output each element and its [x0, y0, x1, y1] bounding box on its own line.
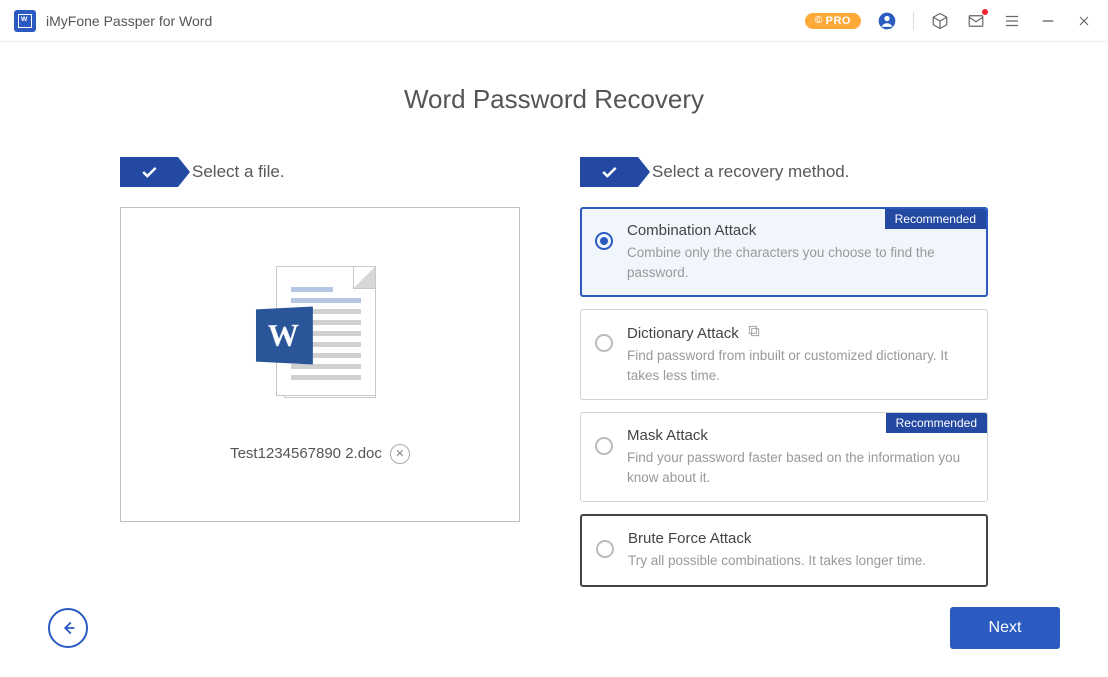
close-icon[interactable]	[1074, 11, 1094, 31]
method-desc: Find your password faster based on the i…	[627, 448, 969, 487]
radio-icon	[595, 334, 613, 352]
step-method-label: Select a recovery method.	[652, 162, 849, 182]
method-dictionary-attack[interactable]: Dictionary Attack Find password from inb…	[580, 309, 988, 400]
back-button[interactable]	[48, 608, 88, 648]
method-title: Dictionary Attack	[627, 325, 739, 342]
account-icon[interactable]	[877, 11, 897, 31]
left-column: Select a file. W Test1234567890 2.doc ✕	[120, 157, 520, 599]
method-mask-attack[interactable]: Mask Attack Find your password faster ba…	[580, 412, 988, 502]
file-drop-box[interactable]: W Test1234567890 2.doc ✕	[120, 207, 520, 522]
app-title: iMyFone Passper for Word	[46, 13, 212, 29]
method-desc: Find password from inbuilt or customized…	[627, 346, 969, 385]
right-column: Select a recovery method. Combination At…	[580, 157, 988, 599]
pro-badge[interactable]: PRO	[805, 13, 861, 29]
titlebar-left: iMyFone Passper for Word	[14, 10, 212, 32]
recommended-badge: Recommended	[885, 209, 986, 229]
step-file-label: Select a file.	[192, 162, 285, 182]
minimize-icon[interactable]	[1038, 11, 1058, 31]
method-title: Brute Force Attack	[628, 530, 926, 547]
footer: Next	[0, 607, 1108, 649]
recommended-badge: Recommended	[886, 413, 987, 433]
method-combination-attack[interactable]: Combination Attack Combine only the char…	[580, 207, 988, 297]
method-desc: Try all possible combinations. It takes …	[628, 551, 926, 571]
radio-icon	[595, 437, 613, 455]
main-content: Select a file. W Test1234567890 2.doc ✕ …	[0, 115, 1108, 599]
menu-icon[interactable]	[1002, 11, 1022, 31]
mail-icon[interactable]	[966, 11, 986, 31]
titlebar: iMyFone Passper for Word PRO	[0, 0, 1108, 42]
step-header-file: Select a file.	[120, 157, 520, 187]
remove-file-button[interactable]: ✕	[390, 444, 410, 464]
dictionary-settings-icon[interactable]	[747, 324, 761, 342]
titlebar-divider	[913, 12, 914, 30]
method-desc: Combine only the characters you choose t…	[627, 243, 969, 282]
app-logo-icon	[14, 10, 36, 32]
page-title: Word Password Recovery	[0, 84, 1108, 115]
cube-icon[interactable]	[930, 11, 950, 31]
titlebar-right: PRO	[805, 11, 1094, 31]
filename-text: Test1234567890 2.doc	[230, 445, 382, 462]
method-brute-force-attack[interactable]: Brute Force Attack Try all possible comb…	[580, 514, 988, 587]
filename-row: Test1234567890 2.doc ✕	[230, 444, 410, 464]
radio-icon	[596, 540, 614, 558]
step-check-icon	[120, 157, 178, 187]
word-document-icon: W	[260, 266, 380, 416]
step-check-icon	[580, 157, 638, 187]
radio-icon	[595, 232, 613, 250]
next-button[interactable]: Next	[950, 607, 1060, 649]
step-header-method: Select a recovery method.	[580, 157, 988, 187]
notification-dot-icon	[982, 9, 988, 15]
